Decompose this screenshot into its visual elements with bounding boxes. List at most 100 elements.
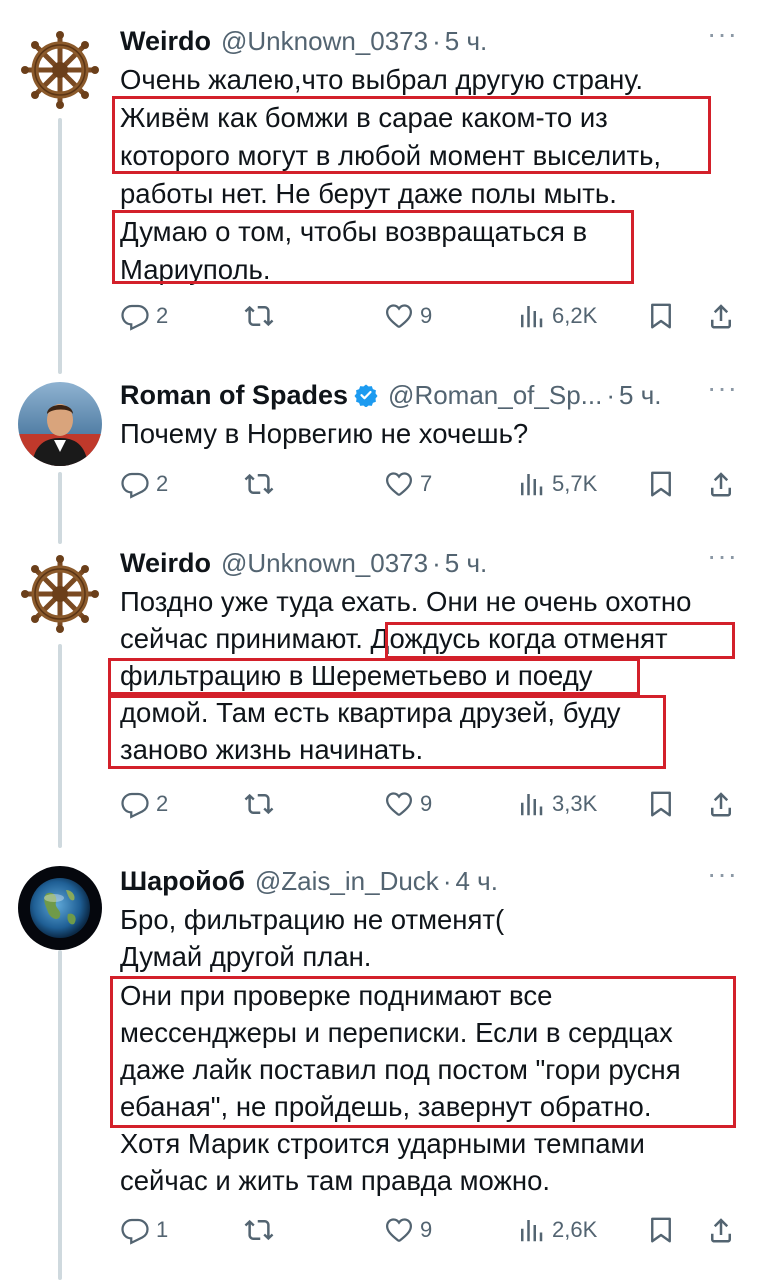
share-button[interactable] — [706, 466, 736, 502]
tweet-header: Roman of Spades @Roman_of_Sp... · 5 ч. ·… — [120, 372, 760, 412]
ship-wheel-icon — [18, 552, 102, 636]
user-handle[interactable]: @Unknown_0373 — [221, 26, 428, 57]
share-button[interactable] — [706, 786, 736, 822]
highlight-box — [108, 658, 640, 695]
tweet-actions: 2 7 5,7K — [120, 466, 740, 502]
reply-count: 2 — [156, 471, 169, 496]
tweet-header: Weirdo @Unknown_0373 · 5 ч. ··· — [120, 540, 760, 580]
views-button[interactable]: 5,7K — [516, 466, 597, 502]
share-icon — [706, 789, 736, 819]
user-handle[interactable]: @Zais_in_Duck — [255, 866, 439, 897]
highlight-box — [112, 96, 711, 174]
avatar-ship-wheel[interactable] — [18, 28, 102, 112]
retweet-button[interactable] — [244, 466, 280, 502]
retweet-icon — [244, 789, 274, 819]
reply-button[interactable]: 1 — [120, 1212, 168, 1248]
highlight-box — [110, 976, 736, 1128]
tweet-text-line: Почему в Норвегию не хочешь? — [120, 418, 529, 449]
bookmark-button[interactable] — [646, 466, 676, 502]
like-count: 9 — [420, 303, 433, 328]
share-icon — [706, 469, 736, 499]
bookmark-icon — [646, 301, 676, 331]
bookmark-button[interactable] — [646, 786, 676, 822]
timestamp[interactable]: 5 ч. — [619, 380, 661, 411]
views-count: 2,6K — [552, 1217, 598, 1242]
reply-icon — [120, 469, 150, 499]
bookmark-icon — [646, 789, 676, 819]
views-button[interactable]: 2,6K — [516, 1212, 597, 1248]
retweet-button[interactable] — [244, 786, 280, 822]
like-button[interactable]: 9 — [384, 786, 432, 822]
reply-icon — [120, 301, 150, 331]
tweet-text-line: Бро, фильтрацию не отменят( — [120, 904, 505, 935]
like-count: 9 — [420, 1217, 433, 1242]
reply-button[interactable]: 2 — [120, 466, 168, 502]
display-name[interactable]: Weirdo — [120, 548, 211, 579]
views-icon — [516, 301, 546, 331]
avatar-person-photo[interactable] — [18, 382, 102, 466]
user-handle[interactable]: @Roman_of_Sp... — [388, 380, 602, 411]
views-icon — [516, 789, 546, 819]
tweet-actions: 2 9 6,2K — [120, 298, 740, 334]
earth-icon — [18, 866, 102, 950]
bookmark-button[interactable] — [646, 1212, 676, 1248]
retweet-icon — [244, 301, 274, 331]
timestamp[interactable]: 5 ч. — [445, 26, 487, 57]
reply-count: 2 — [156, 791, 169, 816]
reply-button[interactable]: 2 — [120, 298, 168, 334]
retweet-button[interactable] — [244, 1212, 280, 1248]
display-name[interactable]: Шаройоб — [120, 866, 245, 897]
display-name[interactable]: Weirdo — [120, 26, 211, 57]
tweet[interactable]: Weirdo @Unknown_0373 · 5 ч. ··· Очень жа… — [0, 0, 760, 360]
share-button[interactable] — [706, 298, 736, 334]
like-count: 9 — [420, 791, 433, 816]
tweet-text-line: Очень жалею,что выбрал другую страну. — [120, 64, 643, 95]
tweet-actions: 1 9 2,6K — [120, 1212, 740, 1248]
tweet-text-line: работы нет. Не берут даже полы мыть. — [120, 178, 617, 209]
tweet-text-line: Думай другой план. — [120, 941, 372, 972]
reply-button[interactable]: 2 — [120, 786, 168, 822]
tweet[interactable]: Roman of Spades @Roman_of_Sp... · 5 ч. ·… — [0, 360, 760, 530]
like-button[interactable]: 7 — [384, 466, 432, 502]
views-count: 3,3K — [552, 791, 598, 816]
like-icon — [384, 301, 414, 331]
reply-icon — [120, 789, 150, 819]
views-count: 6,2K — [552, 303, 598, 328]
bookmark-icon — [646, 1215, 676, 1245]
more-options-icon[interactable]: ··· — [707, 18, 738, 50]
bookmark-button[interactable] — [646, 298, 676, 334]
retweet-button[interactable] — [244, 298, 280, 334]
timestamp[interactable]: 4 ч. — [455, 866, 497, 897]
more-options-icon[interactable]: ··· — [707, 540, 738, 572]
like-button[interactable]: 9 — [384, 1212, 432, 1248]
more-options-icon[interactable]: ··· — [707, 372, 738, 404]
reply-count: 2 — [156, 303, 169, 328]
like-icon — [384, 1215, 414, 1245]
share-button[interactable] — [706, 1212, 736, 1248]
retweet-icon — [244, 469, 274, 499]
verified-badge-icon[interactable] — [354, 383, 378, 407]
tweet[interactable]: Weirdo @Unknown_0373 · 5 ч. ··· Поздно у… — [0, 530, 760, 860]
more-options-icon[interactable]: ··· — [707, 858, 738, 890]
avatar-ship-wheel[interactable] — [18, 552, 102, 636]
highlight-box — [108, 695, 666, 769]
avatar-earth[interactable] — [18, 866, 102, 950]
like-count: 7 — [420, 471, 433, 496]
person-photo-icon — [18, 382, 102, 466]
like-icon — [384, 789, 414, 819]
timestamp[interactable]: 5 ч. — [445, 548, 487, 579]
user-handle[interactable]: @Unknown_0373 — [221, 548, 428, 579]
highlight-box — [112, 210, 634, 284]
tweet[interactable]: Шаройоб @Zais_in_Duck · 4 ч. ··· Бро, фи… — [0, 858, 760, 1280]
share-icon — [706, 301, 736, 331]
ship-wheel-icon — [18, 28, 102, 112]
tweet-header: Шаройоб @Zais_in_Duck · 4 ч. ··· — [120, 858, 760, 898]
views-button[interactable]: 3,3K — [516, 786, 597, 822]
tweet-header: Weirdo @Unknown_0373 · 5 ч. ··· — [120, 18, 760, 58]
like-button[interactable]: 9 — [384, 298, 432, 334]
tweet-text-line: Поздно уже туда ехать. Они не очень охот… — [120, 586, 692, 617]
views-count: 5,7K — [552, 471, 598, 496]
like-icon — [384, 469, 414, 499]
views-button[interactable]: 6,2K — [516, 298, 597, 334]
display-name[interactable]: Roman of Spades — [120, 380, 348, 411]
